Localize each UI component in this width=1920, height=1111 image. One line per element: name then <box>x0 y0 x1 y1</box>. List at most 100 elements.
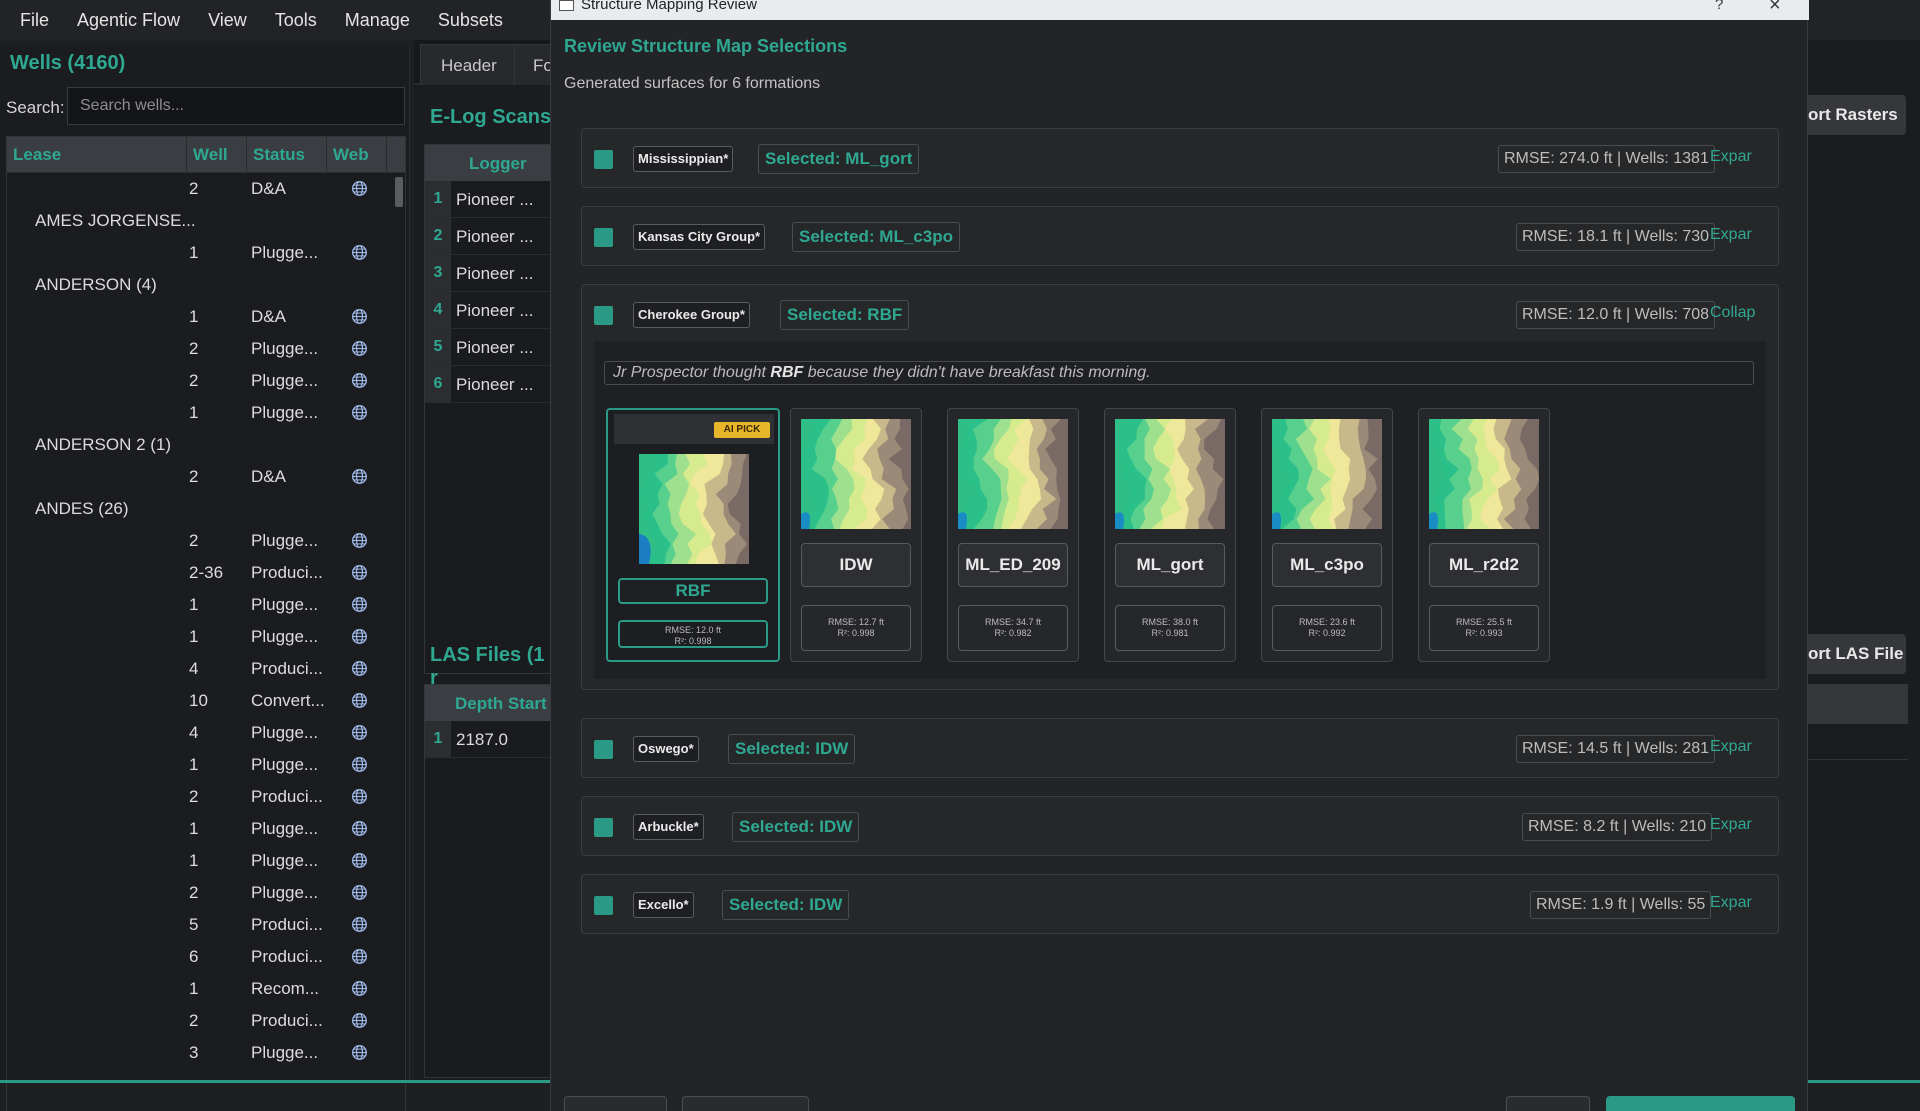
globe-icon[interactable] <box>351 404 368 421</box>
elog-col-logger[interactable]: Logger <box>469 154 527 174</box>
col-well[interactable]: Well <box>187 137 247 172</box>
table-row[interactable]: 1 Plugge... <box>7 749 405 781</box>
globe-icon[interactable] <box>351 756 368 773</box>
globe-icon[interactable] <box>351 340 368 357</box>
menu-view[interactable]: View <box>194 0 261 40</box>
method-card[interactable]: ML_gort RMSE: 38.0 ft R²: 0.981 <box>1104 408 1236 662</box>
table-row[interactable]: 2 Pioneer ... <box>425 218 553 255</box>
back-button[interactable] <box>564 1096 667 1111</box>
menu-agentic-flow[interactable]: Agentic Flow <box>63 0 194 40</box>
globe-icon[interactable] <box>351 180 368 197</box>
method-select-button[interactable]: RBF <box>618 578 768 604</box>
menu-file[interactable]: File <box>0 0 63 40</box>
expand-button[interactable]: Expar <box>1710 816 1770 834</box>
globe-icon[interactable] <box>351 564 368 581</box>
method-select-button[interactable]: IDW <box>801 543 911 587</box>
method-card[interactable]: ML_ED_209 RMSE: 34.7 ft R²: 0.982 <box>947 408 1079 662</box>
globe-icon[interactable] <box>351 628 368 645</box>
table-row[interactable]: ANDES (26) <box>7 493 405 525</box>
table-row[interactable]: 1 2187.0 <box>425 721 553 758</box>
menu-tools[interactable]: Tools <box>261 0 331 40</box>
method-card[interactable]: AI PICK RBF RMSE: 12.0 ft R²: 0.998 <box>606 408 780 662</box>
globe-icon[interactable] <box>351 948 368 965</box>
table-row[interactable]: 6 Produci... <box>7 941 405 973</box>
globe-icon[interactable] <box>351 884 368 901</box>
help-icon[interactable]: ? <box>1715 0 1723 13</box>
table-row[interactable]: 2 Produci... <box>7 781 405 813</box>
accept-button[interactable] <box>1606 1096 1795 1111</box>
close-icon[interactable]: × <box>1769 0 1781 17</box>
table-row[interactable]: 4 Plugge... <box>7 717 405 749</box>
table-row[interactable]: 2 Plugge... <box>7 333 405 365</box>
globe-icon[interactable] <box>351 916 368 933</box>
table-row[interactable]: 5 Produci... <box>7 909 405 941</box>
method-select-button[interactable]: ML_c3po <box>1272 543 1382 587</box>
expand-button[interactable]: Expar <box>1710 738 1770 756</box>
table-row[interactable]: 2-36 Produci... <box>7 557 405 589</box>
globe-icon[interactable] <box>351 788 368 805</box>
las-col-depth[interactable]: Depth Start <box>455 694 547 714</box>
table-row[interactable]: ANDERSON 2 (1) <box>7 429 405 461</box>
col-status[interactable]: Status <box>247 137 327 172</box>
globe-icon[interactable] <box>351 724 368 741</box>
globe-icon[interactable] <box>351 468 368 485</box>
globe-icon[interactable] <box>351 852 368 869</box>
method-card[interactable]: ML_r2d2 RMSE: 25.5 ft R²: 0.993 <box>1418 408 1550 662</box>
globe-icon[interactable] <box>351 308 368 325</box>
formation-checkbox[interactable] <box>594 306 613 325</box>
table-row[interactable]: 2 D&A <box>7 173 405 205</box>
collapse-button[interactable]: Collap <box>1710 304 1770 322</box>
menu-subsets[interactable]: Subsets <box>424 0 517 40</box>
expand-button[interactable]: Expar <box>1710 226 1770 244</box>
table-row[interactable]: 1 Recom... <box>7 973 405 1005</box>
table-row[interactable]: 2 Produci... <box>7 1005 405 1037</box>
globe-icon[interactable] <box>351 244 368 261</box>
table-row[interactable]: AMES JORGENSE... <box>7 205 405 237</box>
table-row[interactable]: 5 Pioneer ... <box>425 329 553 366</box>
secondary-button[interactable] <box>682 1096 809 1111</box>
col-web[interactable]: Web <box>327 137 387 172</box>
table-row[interactable]: 1 Plugge... <box>7 813 405 845</box>
col-lease[interactable]: Lease <box>7 137 187 172</box>
formation-checkbox[interactable] <box>594 150 613 169</box>
formation-checkbox[interactable] <box>594 740 613 759</box>
expand-button[interactable]: Expar <box>1710 894 1770 912</box>
expand-button[interactable]: Expar <box>1710 148 1770 166</box>
import-las-button[interactable]: ort LAS File <box>1802 634 1906 674</box>
table-row[interactable]: 4 Produci... <box>7 653 405 685</box>
globe-icon[interactable] <box>351 1044 368 1061</box>
table-row[interactable]: 1 Plugge... <box>7 621 405 653</box>
method-select-button[interactable]: ML_r2d2 <box>1429 543 1539 587</box>
table-row[interactable]: 2 Plugge... <box>7 365 405 397</box>
table-row[interactable]: 1 D&A <box>7 301 405 333</box>
tab-header[interactable]: Header <box>420 44 518 85</box>
globe-icon[interactable] <box>351 980 368 997</box>
table-row[interactable]: 2 Plugge... <box>7 525 405 557</box>
globe-icon[interactable] <box>351 1012 368 1029</box>
table-row[interactable]: 2 D&A <box>7 461 405 493</box>
table-row[interactable]: 3 Plugge... <box>7 1037 405 1069</box>
table-row[interactable]: 1 Pioneer ... <box>425 181 553 218</box>
formation-checkbox[interactable] <box>594 818 613 837</box>
method-select-button[interactable]: ML_ED_209 <box>958 543 1068 587</box>
wells-scrollbar[interactable] <box>395 177 403 207</box>
method-card[interactable]: ML_c3po RMSE: 23.6 ft R²: 0.992 <box>1261 408 1393 662</box>
globe-icon[interactable] <box>351 820 368 837</box>
table-row[interactable]: 4 Pioneer ... <box>425 292 553 329</box>
table-row[interactable]: 2 Plugge... <box>7 877 405 909</box>
cancel-button[interactable] <box>1506 1096 1590 1111</box>
menu-manage[interactable]: Manage <box>331 0 424 40</box>
formation-checkbox[interactable] <box>594 896 613 915</box>
import-rasters-button[interactable]: ort Rasters <box>1802 95 1906 135</box>
method-card[interactable]: IDW RMSE: 12.7 ft R²: 0.998 <box>790 408 922 662</box>
method-select-button[interactable]: ML_gort <box>1115 543 1225 587</box>
table-row[interactable]: 1 Plugge... <box>7 845 405 877</box>
globe-icon[interactable] <box>351 372 368 389</box>
table-row[interactable]: 6 Pioneer ... <box>425 366 553 403</box>
table-row[interactable]: 3 Pioneer ... <box>425 255 553 292</box>
globe-icon[interactable] <box>351 692 368 709</box>
table-row[interactable]: 1 Plugge... <box>7 237 405 269</box>
globe-icon[interactable] <box>351 532 368 549</box>
globe-icon[interactable] <box>351 660 368 677</box>
tab-formations[interactable]: Fo <box>514 44 554 85</box>
